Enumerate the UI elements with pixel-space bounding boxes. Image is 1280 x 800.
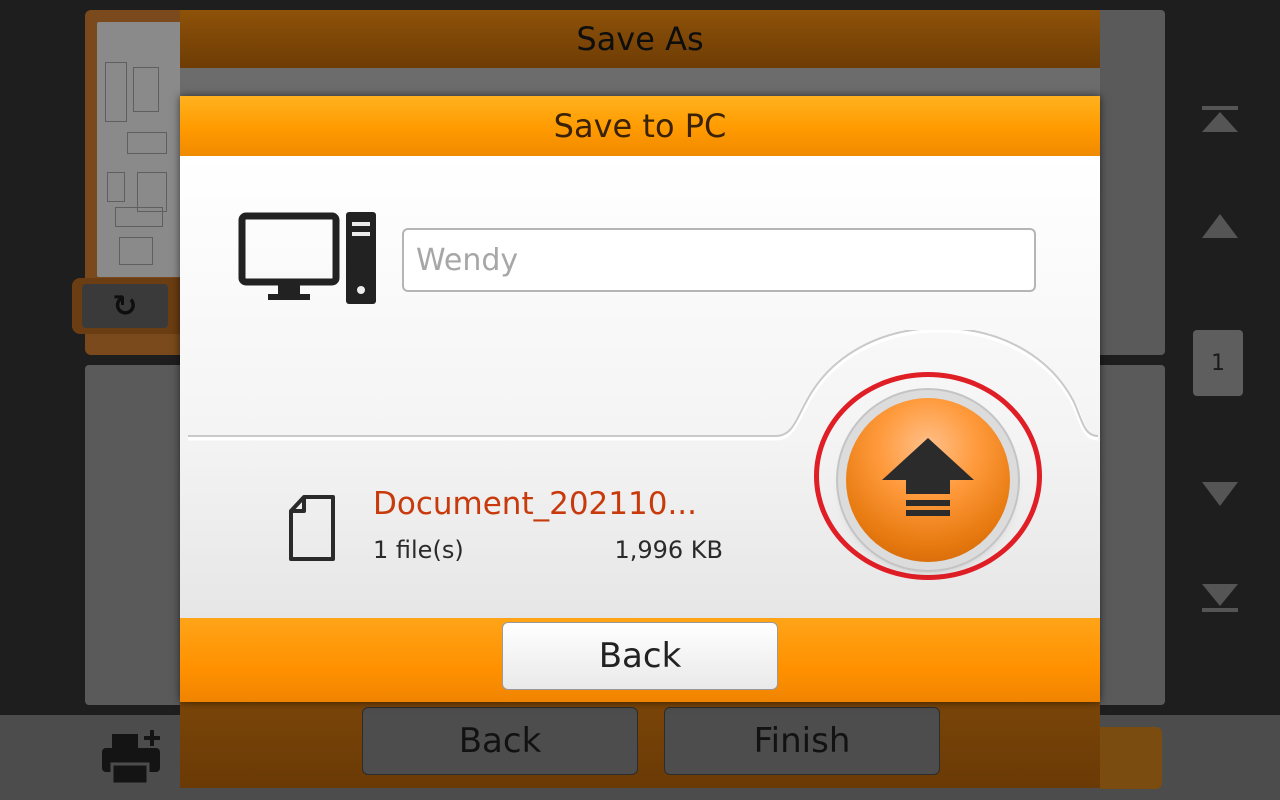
save-as-title: Save As <box>576 20 704 58</box>
file-name: Document_202110... <box>373 486 698 522</box>
upload-button[interactable] <box>846 398 1010 562</box>
back-button[interactable]: Back <box>502 622 778 690</box>
pc-name-input[interactable] <box>402 228 1036 292</box>
file-count: 1 file(s) <box>373 536 464 564</box>
first-page-icon[interactable] <box>1198 104 1242 140</box>
finish-button-label: Finish <box>753 721 851 761</box>
back-button-label: Back <box>598 636 682 676</box>
document-icon <box>288 494 336 562</box>
preview-panel-bottom-right <box>1090 365 1165 705</box>
dialog-title: Save to PC <box>553 107 727 145</box>
background-orange-tab <box>1100 727 1162 789</box>
upload-arrow-icon <box>882 438 974 528</box>
rotate-button[interactable]: ↻ <box>82 284 168 328</box>
computer-icon <box>238 212 380 308</box>
rotate-icon: ↻ <box>112 288 138 324</box>
preview-panel-top <box>1090 10 1165 355</box>
save-to-pc-dialog: Save to PC Document_202110... 1 file(s) … <box>180 96 1100 702</box>
page-number-box: 1 <box>1193 330 1243 396</box>
page-number: 1 <box>1211 350 1225 376</box>
last-page-icon[interactable] <box>1198 582 1242 620</box>
page-thumbnail[interactable] <box>97 22 183 277</box>
save-as-title-bar: Save As <box>180 10 1100 68</box>
prev-page-icon[interactable] <box>1198 212 1242 246</box>
back-button-background[interactable]: Back <box>362 707 638 775</box>
back-button-label: Back <box>458 721 542 761</box>
next-page-icon[interactable] <box>1198 480 1242 514</box>
print-add-icon[interactable] <box>98 728 168 788</box>
save-as-content-strip <box>180 68 1100 98</box>
dialog-footer: Back <box>180 618 1100 702</box>
save-as-footer <box>180 702 1100 788</box>
file-size: 1,996 KB <box>614 536 723 564</box>
dialog-title-bar: Save to PC <box>180 96 1100 156</box>
preview-panel-bottom-left <box>85 365 195 705</box>
finish-button[interactable]: Finish <box>664 707 940 775</box>
